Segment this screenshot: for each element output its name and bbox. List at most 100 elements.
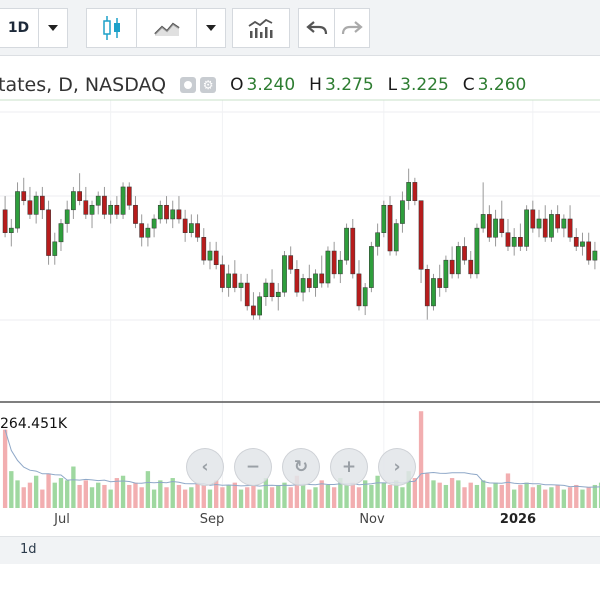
volume-bar (493, 482, 498, 508)
volume-bar (505, 473, 511, 508)
candle-body (263, 282, 269, 298)
candle-body (120, 186, 126, 215)
candle-body (449, 259, 455, 275)
volume-bar (40, 489, 45, 508)
candle-body (71, 191, 76, 211)
volume-bar (226, 484, 231, 508)
volume-bar (276, 484, 281, 508)
candle-body (387, 204, 393, 252)
candle-body (288, 255, 294, 270)
volume-bar (567, 487, 573, 508)
volume-bar (325, 484, 331, 508)
candle-body (15, 191, 20, 229)
candle-body (344, 227, 349, 261)
volume-bar (269, 487, 275, 508)
period-1d-button[interactable]: 1d (20, 542, 37, 557)
zoom-in-icon: + (341, 457, 357, 477)
candle-body (251, 305, 256, 316)
candle-body (83, 200, 89, 215)
candle-body (220, 264, 225, 288)
volume-bar (133, 482, 138, 508)
volume-bar (127, 484, 132, 508)
volume-bar (158, 480, 163, 508)
candle-body (269, 282, 275, 298)
candle-body (518, 237, 523, 247)
volume-bar (356, 487, 362, 508)
volume-bar (15, 480, 20, 508)
candle-body (27, 200, 33, 215)
candle-body (213, 250, 219, 265)
volume-bar (499, 484, 504, 508)
reset-icon: ↻ (293, 457, 309, 477)
candle-body (151, 218, 157, 229)
candle-body (331, 250, 337, 275)
candle-body (238, 282, 244, 288)
candle-body (232, 273, 238, 288)
zoom-in-button[interactable]: + (330, 448, 368, 486)
scroll-right-button[interactable]: › (378, 448, 416, 486)
candle-body (46, 209, 51, 256)
candle-body (443, 259, 449, 288)
candle-body (362, 287, 368, 307)
candle-body (8, 227, 14, 233)
time-axis[interactable]: Jul Sep Nov 2026 (0, 512, 600, 532)
volume-bar (418, 411, 424, 508)
x-tick-label: Nov (359, 512, 385, 527)
volume-bar (108, 489, 113, 508)
volume-bar (425, 473, 430, 508)
candle-body (592, 250, 598, 261)
scroll-left-icon: ‹ (201, 457, 209, 477)
candle-body (126, 186, 132, 206)
volume-bar (536, 484, 542, 508)
volume-bar (257, 489, 262, 508)
scroll-left-button[interactable]: ‹ (186, 448, 224, 486)
candle-body (555, 214, 561, 229)
zoom-out-button[interactable]: − (234, 448, 272, 486)
volume-bar (412, 478, 418, 508)
candle-body (573, 237, 579, 247)
open-value: 3.240 (246, 75, 296, 95)
visibility-icon[interactable] (180, 77, 197, 93)
volume-bar (344, 484, 349, 508)
volume-bar (580, 489, 585, 508)
symbol-title: tates, D, NASDAQ (0, 74, 167, 96)
candle-body (486, 214, 492, 238)
candle-body (33, 195, 39, 215)
scroll-right-icon: › (393, 457, 401, 477)
volume-bar (375, 475, 380, 508)
reset-chart-button[interactable]: ↻ (282, 448, 320, 486)
candle-body (350, 227, 356, 275)
candle-body (337, 259, 343, 275)
x-tick-label: Sep (199, 512, 225, 527)
volume-bar (77, 484, 82, 508)
volume-bar (52, 482, 57, 508)
candle-body (95, 195, 101, 206)
volume-bar (71, 466, 76, 508)
volume-bar (555, 484, 560, 508)
candle-body (58, 223, 64, 243)
volume-bar (288, 487, 293, 508)
volume-value-label: 264.451K (0, 416, 68, 432)
settings-gear-icon[interactable]: ⚙ (200, 77, 217, 93)
volume-bar (381, 482, 386, 508)
candle-body (201, 237, 207, 261)
volume-bar (182, 489, 188, 508)
volume-bar (251, 484, 256, 508)
candle-body (52, 241, 58, 256)
volume-bar (369, 484, 374, 508)
candle-body (493, 218, 498, 238)
volume-bar (586, 487, 591, 508)
candle-body (64, 209, 70, 224)
candle-body (319, 273, 325, 284)
volume-bar (139, 487, 144, 508)
volume-bar (189, 487, 194, 508)
candle-body (542, 218, 548, 238)
volume-bar (543, 489, 548, 508)
candle-body (114, 204, 120, 215)
candle-body (418, 200, 424, 270)
ohlc-close: C 3.260 (462, 75, 527, 95)
candle-body (462, 246, 467, 261)
candle-body (306, 278, 312, 288)
candle-body (431, 278, 436, 307)
volume-bar (151, 489, 157, 508)
